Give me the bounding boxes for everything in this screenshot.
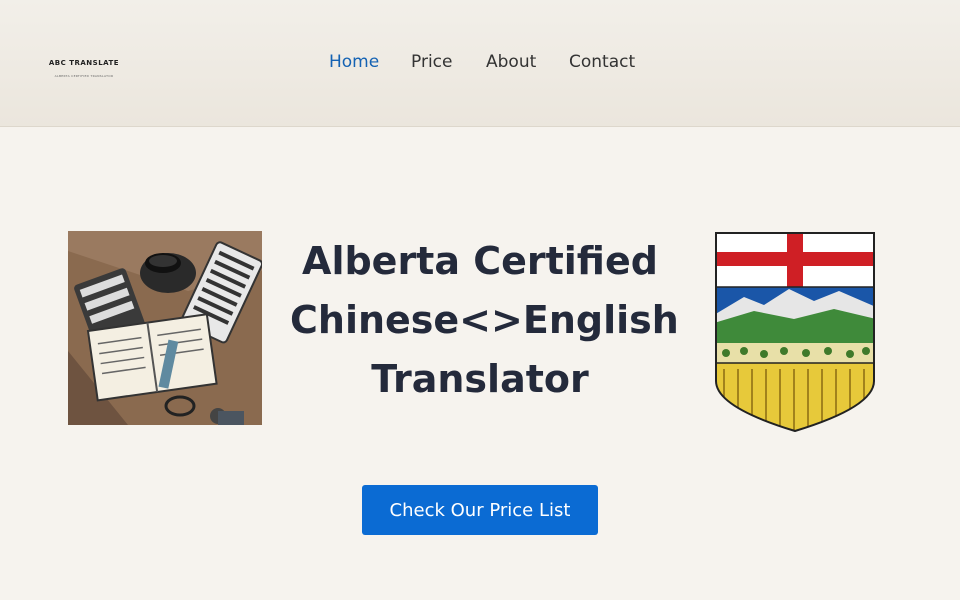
hero-headline: Alberta Certified Chinese<>English Trans…: [290, 239, 679, 401]
site-header: ABC TRANSLATE ALBERTA CERTIFIED TRANSLAT…: [0, 0, 960, 127]
desk-illustration: [68, 231, 262, 425]
nav-link-price[interactable]: Price: [411, 52, 452, 72]
nav-link-contact[interactable]: Contact: [569, 52, 635, 72]
nav-link-home[interactable]: Home: [329, 52, 379, 72]
alberta-coat-of-arms: [714, 231, 876, 433]
nav-link-about[interactable]: About: [486, 52, 536, 72]
price-list-button[interactable]: Check Our Price List: [362, 485, 598, 535]
main-nav: Home Price About Contact: [0, 52, 960, 76]
